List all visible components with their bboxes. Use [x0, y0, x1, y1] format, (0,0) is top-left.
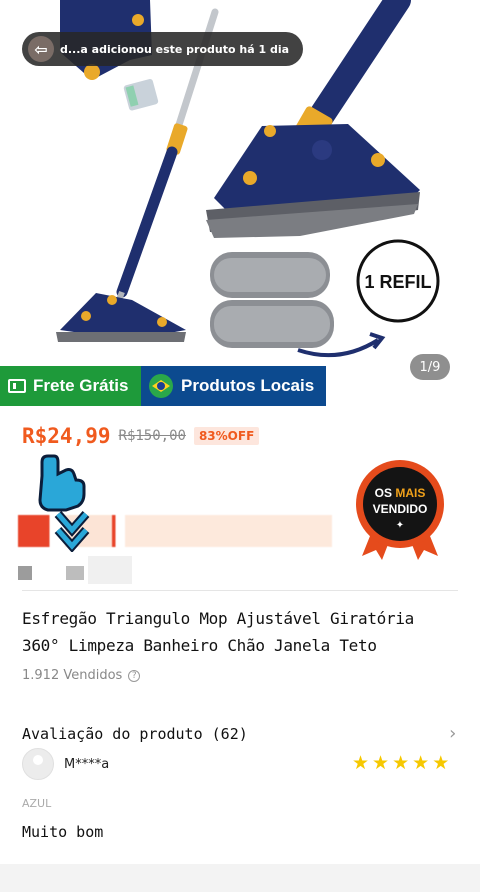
shipping-icon	[8, 379, 26, 393]
reviewer-name: M****a	[64, 756, 110, 772]
product-title: Esfregão Triangulo Mop Ajustável Giratór…	[22, 609, 414, 655]
info-icon[interactable]: ?	[128, 669, 141, 682]
recent-purchase-toast: ⇦ d...a adicionou este produto há 1 dia	[22, 32, 304, 66]
image-counter: 1/9	[410, 354, 450, 380]
sold-count: 1.912 Vendidos ?	[22, 668, 141, 683]
svg-text:✦: ✦	[396, 520, 404, 531]
blurred-area	[66, 566, 84, 580]
section-separator	[0, 864, 480, 892]
reviewer-info: M****a	[22, 748, 109, 780]
toast-text: d...a adicionou este produto há 1 dia	[60, 42, 290, 56]
brazil-flag-icon	[149, 374, 173, 398]
svg-text:VENDIDO: VENDIDO	[373, 502, 428, 516]
star-icon: ★	[352, 752, 370, 774]
review-heading: Avaliação do produto (62)	[22, 724, 248, 743]
star-icon: ★	[412, 752, 430, 774]
free-shipping-label: Frete Grátis	[33, 376, 129, 395]
discount-badge: 83%OFF	[193, 427, 260, 445]
blurred-area	[88, 556, 132, 584]
chevron-right-icon[interactable]: ›	[447, 723, 458, 744]
mop-floor-head	[56, 293, 186, 342]
star-icon: ★	[372, 752, 390, 774]
pointing-hand-icon	[38, 454, 90, 552]
free-shipping-badge: Frete Grátis	[0, 366, 141, 406]
product-review-header[interactable]: Avaliação do produto (62) ›	[22, 723, 458, 744]
current-price: R$24,99	[22, 424, 111, 448]
best-seller-seal: OS MAIS VENDIDO ✦	[356, 460, 444, 560]
blurred-area	[18, 566, 32, 580]
original-price: R$150,00	[118, 428, 186, 444]
refill-pads	[210, 252, 334, 348]
review-comment: Muito bom	[22, 823, 104, 841]
divider	[22, 590, 458, 591]
local-products-badge: Produtos Locais	[141, 366, 326, 406]
svg-text:OS MAIS: OS MAIS	[375, 486, 426, 500]
back-arrow-icon[interactable]: ⇦	[28, 36, 54, 62]
star-icon: ★	[392, 752, 410, 774]
product-image-gallery[interactable]: 1 REFIL ⇦ d...a adicionou este produto h…	[0, 0, 480, 366]
rating-stars: ★ ★ ★ ★ ★	[352, 753, 449, 773]
star-icon: ★	[432, 752, 450, 774]
sold-count-label: 1.912 Vendidos	[22, 668, 123, 683]
review-variant: AZUL	[22, 797, 52, 810]
avatar	[22, 748, 54, 780]
svg-text:1 REFIL: 1 REFIL	[364, 272, 431, 292]
price-row: R$24,99 R$150,00 83%OFF	[22, 424, 260, 448]
badges-bar: Frete Grátis Produtos Locais	[0, 366, 326, 406]
local-products-label: Produtos Locais	[181, 376, 315, 395]
